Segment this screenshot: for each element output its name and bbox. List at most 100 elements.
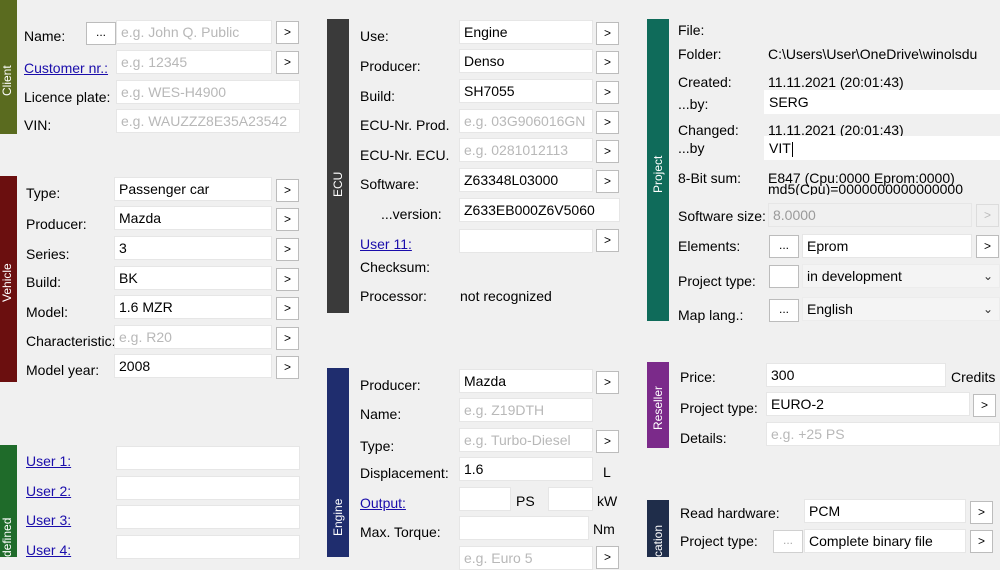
vehicle-type-arrow-button[interactable]: > [276, 179, 299, 202]
engine-type-input[interactable]: e.g. Turbo-Diesel [459, 428, 593, 452]
reseller-price-input[interactable]: 300 [766, 363, 946, 387]
engine-producer-arrow-button[interactable]: > [596, 371, 619, 394]
ecu-build-input[interactable]: SH7055 [459, 79, 593, 103]
ecu-nr-prod-input[interactable]: e.g. 03G906016GN [459, 109, 593, 133]
project-section-bar: Project [647, 19, 669, 321]
ecu-nr-ecu-arrow-button[interactable]: > [596, 140, 619, 163]
engine-output-ps-input[interactable] [459, 487, 511, 511]
engine-kw-unit: kW [597, 493, 618, 509]
ecu-producer-arrow-button[interactable]: > [596, 51, 619, 74]
licence-plate-input[interactable]: e.g. WES-H4900 [116, 80, 300, 104]
vehicle-model-year-arrow-button[interactable]: > [276, 356, 299, 379]
project-elements-browse-button[interactable]: ... [769, 235, 799, 258]
project-created-by-label: ...by: [678, 96, 709, 112]
reseller-project-type-label: Project type: [680, 400, 758, 416]
vehicle-type-input[interactable]: Passenger car [114, 177, 272, 201]
ecu-user-11-input[interactable] [459, 229, 593, 253]
customer-nr-arrow-button[interactable]: > [276, 51, 299, 74]
vehicle-series-arrow-button[interactable]: > [276, 238, 299, 261]
customer-nr-input[interactable]: e.g. 12345 [116, 50, 272, 74]
client-name-arrow-button[interactable]: > [276, 21, 299, 44]
vehicle-producer-input[interactable]: Mazda [114, 206, 272, 230]
ecu-version-input[interactable]: Z633EB000Z6V5060 [459, 198, 620, 222]
engine-producer-input[interactable]: Mazda [459, 369, 593, 393]
location-section-bar: cation [647, 500, 669, 557]
location-project-type-browse-button[interactable]: ... [773, 530, 803, 553]
user-3-link[interactable]: User 3: [26, 511, 71, 529]
ecu-nr-ecu-label: ECU-Nr. ECU. [360, 147, 450, 163]
project-changed-label: Changed: [678, 122, 739, 138]
ecu-build-arrow-button[interactable]: > [596, 81, 619, 104]
vehicle-producer-arrow-button[interactable]: > [276, 208, 299, 231]
ecu-software-arrow-button[interactable]: > [596, 170, 619, 193]
reseller-project-type-arrow-button[interactable]: > [973, 394, 996, 417]
client-name-input[interactable]: e.g. John Q. Public [116, 20, 272, 44]
user-1-link[interactable]: User 1: [26, 452, 71, 470]
user-4-input[interactable] [116, 535, 300, 559]
engine-displacement-input[interactable]: 1.6 [459, 457, 593, 481]
project-elements-input[interactable]: Eprom [802, 234, 972, 258]
engine-type-label: Type: [360, 438, 395, 454]
user-4-link[interactable]: User 4: [26, 541, 71, 559]
read-hardware-input[interactable]: PCM [804, 499, 966, 523]
ecu-use-input[interactable]: Engine [459, 20, 593, 44]
ecu-nr-prod-arrow-button[interactable]: > [596, 111, 619, 134]
vehicle-build-input[interactable]: BK [114, 266, 272, 290]
project-elements-arrow-button[interactable]: > [976, 235, 999, 258]
engine-euro-arrow-button[interactable]: > [596, 546, 619, 569]
vin-input[interactable]: e.g. WAUZZZ8E35A23542 [116, 109, 300, 133]
vehicle-model-year-input[interactable]: 2008 [114, 354, 272, 378]
client-name-browse-button[interactable]: ... [86, 22, 116, 45]
reseller-project-type-input[interactable]: EURO-2 [766, 392, 970, 416]
project-type-color-button[interactable] [769, 265, 799, 288]
ecu-version-label: ...version: [381, 206, 442, 222]
engine-output-kw-input[interactable] [548, 487, 593, 511]
ecu-user-11-arrow-button[interactable]: > [596, 229, 619, 252]
client-section-title: Client [0, 65, 14, 96]
vehicle-build-arrow-button[interactable]: > [276, 268, 299, 291]
project-map-lang-select[interactable]: English ⌄ [802, 297, 1000, 321]
client-name-label: Name: [24, 28, 66, 44]
vehicle-characteristic-input[interactable]: e.g. R20 [114, 325, 272, 349]
ecu-processor-value: not recognized [460, 288, 552, 304]
project-created-value: 11.11.2021 (20:01:43) [768, 74, 904, 90]
ecu-use-arrow-button[interactable]: > [596, 22, 619, 45]
project-map-lang-browse-button[interactable]: ... [769, 299, 799, 322]
project-type-select[interactable]: in development ⌄ [802, 264, 1000, 288]
ecu-software-input[interactable]: Z63348L03000 [459, 168, 593, 192]
project-changed-by-text: VIT [769, 140, 791, 156]
customer-nr-link[interactable]: Customer nr.: [24, 59, 108, 77]
engine-displacement-label: Displacement: [360, 465, 449, 481]
engine-type-arrow-button[interactable]: > [596, 430, 619, 453]
ecu-producer-input[interactable]: Denso [459, 49, 593, 73]
engine-torque-input[interactable] [459, 516, 589, 540]
vehicle-series-label: Series: [26, 246, 70, 262]
vehicle-characteristic-arrow-button[interactable]: > [276, 327, 299, 350]
engine-producer-label: Producer: [360, 377, 421, 393]
vehicle-series-input[interactable]: 3 [114, 236, 272, 260]
ecu-user-11-link[interactable]: User 11: [360, 235, 412, 253]
ecu-nr-ecu-input[interactable]: e.g. 0281012113 [459, 138, 593, 162]
engine-name-input[interactable]: e.g. Z19DTH [459, 398, 593, 422]
user-3-input[interactable] [116, 505, 300, 529]
read-hardware-arrow-button[interactable]: > [970, 501, 993, 524]
ecu-checksum-label: Checksum: [360, 259, 431, 275]
ecu-build-label: Build: [360, 88, 396, 104]
project-software-size-arrow-button[interactable]: > [976, 204, 999, 227]
project-software-size-input[interactable]: 8.0000 [768, 203, 972, 227]
user-2-link[interactable]: User 2: [26, 482, 71, 500]
vehicle-model-input[interactable]: 1.6 MZR [114, 295, 272, 319]
reseller-details-label: Details: [680, 430, 727, 446]
user-1-input[interactable] [116, 446, 300, 470]
user-2-input[interactable] [116, 476, 300, 500]
project-changed-by-input[interactable]: VIT [764, 136, 1000, 160]
vehicle-model-arrow-button[interactable]: > [276, 297, 299, 320]
project-created-by-input[interactable]: SERG [764, 90, 1000, 114]
vehicle-type-label: Type: [26, 185, 61, 201]
project-folder-value: C:\Users\User\OneDrive\winolsdu [768, 46, 978, 62]
reseller-details-input[interactable]: e.g. +25 PS [766, 422, 1000, 446]
location-project-type-arrow-button[interactable]: > [970, 530, 993, 553]
engine-euro-input[interactable]: e.g. Euro 5 [459, 546, 593, 570]
engine-output-link[interactable]: Output: [360, 494, 406, 512]
location-project-type-input[interactable]: Complete binary file [804, 529, 966, 553]
